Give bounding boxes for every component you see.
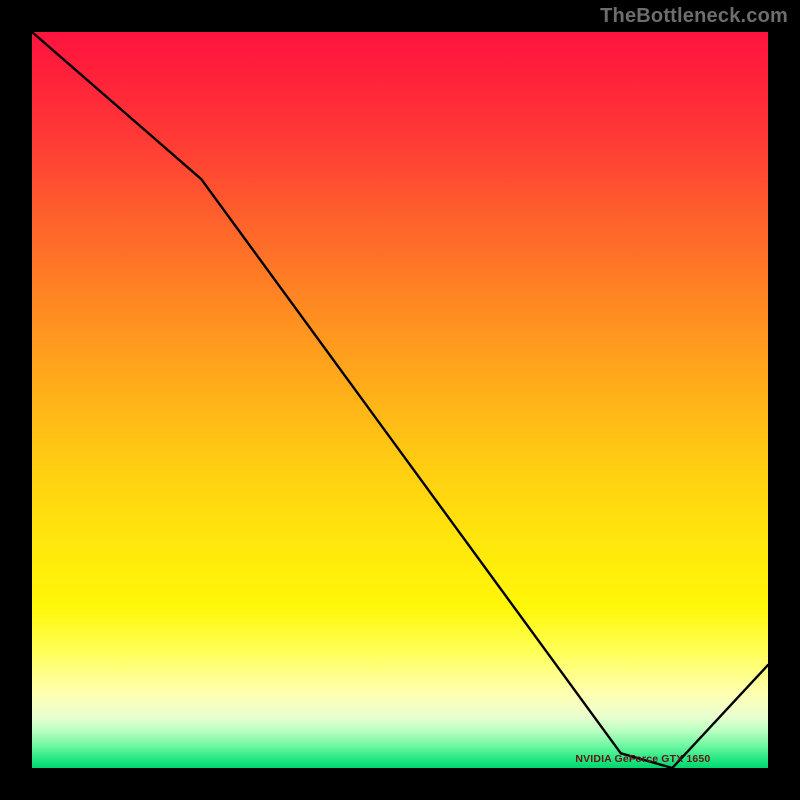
chart-frame: TheBottleneck.com NVIDIA GeForce GTX 165… [0, 0, 800, 800]
attribution-text: TheBottleneck.com [600, 6, 788, 26]
bottleneck-curve [32, 32, 768, 768]
gpu-marker-label: NVIDIA GeForce GTX 1650 [575, 754, 710, 765]
chart-plot-area: NVIDIA GeForce GTX 1650 [32, 32, 768, 768]
